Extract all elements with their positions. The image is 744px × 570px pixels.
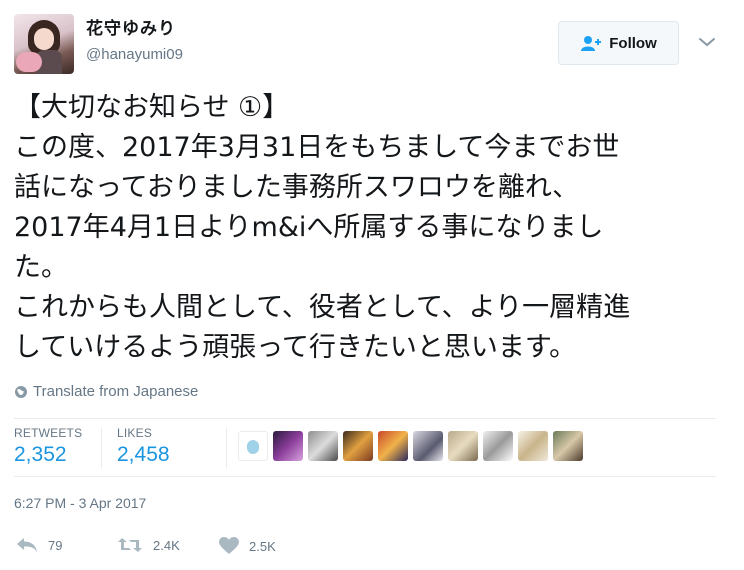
divider — [14, 476, 716, 477]
liker-avatar[interactable] — [308, 431, 338, 461]
liker-avatar[interactable] — [413, 431, 443, 461]
stat-divider — [101, 428, 102, 468]
liker-avatar[interactable] — [273, 431, 303, 461]
add-user-icon — [581, 36, 602, 51]
retweets-stat[interactable]: RETWEETS 2,352 — [14, 426, 82, 467]
translate-label: Translate from Japanese — [33, 383, 199, 400]
tweet-line: この度、2017年3月31日をもちまして今までお世 — [14, 132, 620, 163]
tweet-timestamp[interactable]: 6:27 PM - 3 Apr 2017 — [14, 495, 146, 511]
liker-avatar[interactable] — [553, 431, 583, 461]
heart-icon — [219, 537, 239, 554]
liker-avatar[interactable] — [483, 431, 513, 461]
liker-avatar[interactable] — [518, 431, 548, 461]
reply-icon — [17, 538, 37, 552]
likes-count: 2,458 — [117, 443, 170, 466]
liker-avatar[interactable] — [448, 431, 478, 461]
retweets-label: RETWEETS — [14, 426, 83, 440]
liker-avatars — [238, 431, 588, 461]
retweet-count: 2.4K — [153, 537, 180, 553]
tweet-line: 2017年4月1日よりm&iへ所属する事になりまし — [14, 212, 604, 243]
liker-avatar[interactable] — [378, 431, 408, 461]
divider — [14, 418, 716, 419]
likes-label: LIKES — [117, 426, 153, 440]
translate-link[interactable]: Translate from Japanese — [14, 383, 198, 400]
avatar-flowers — [16, 52, 42, 72]
reply-action[interactable]: 79 — [16, 537, 62, 553]
like-action[interactable]: 2.5K — [219, 537, 276, 555]
liker-avatar[interactable] — [238, 431, 268, 461]
tweet-text: 【大切なお知らせ ①】 この度、2017年3月31日をもちまして今までお世 話に… — [14, 88, 726, 368]
avatar-face — [34, 28, 54, 50]
stat-divider — [226, 428, 227, 468]
tweet-line: していけるよう頑張って行きたいと思います。 — [14, 332, 577, 363]
globe-icon — [15, 385, 27, 398]
likes-stat[interactable]: LIKES 2,458 — [117, 426, 170, 467]
retweets-count: 2,352 — [14, 443, 67, 466]
follow-button[interactable]: Follow — [558, 21, 679, 65]
user-handle[interactable]: @hanayumi09 — [86, 46, 183, 63]
like-count: 2.5K — [249, 538, 276, 554]
display-name[interactable]: 花守ゆみり — [86, 14, 176, 39]
follow-label: Follow — [609, 34, 657, 52]
retweet-action[interactable]: 2.4K — [117, 537, 180, 553]
tweet-line: た。 — [14, 252, 68, 283]
tweet-line: 話になっておりました事務所スワロウを離れ、 — [14, 172, 580, 203]
liker-avatar[interactable] — [343, 431, 373, 461]
chevron-down-icon[interactable] — [697, 35, 717, 49]
tweet-line: これからも人間として、役者として、より一層精進 — [14, 292, 631, 323]
retweet-icon — [118, 538, 142, 552]
user-avatar[interactable] — [14, 14, 74, 74]
reply-count: 79 — [48, 537, 63, 553]
tweet-line: 【大切なお知らせ ①】 — [14, 92, 290, 123]
